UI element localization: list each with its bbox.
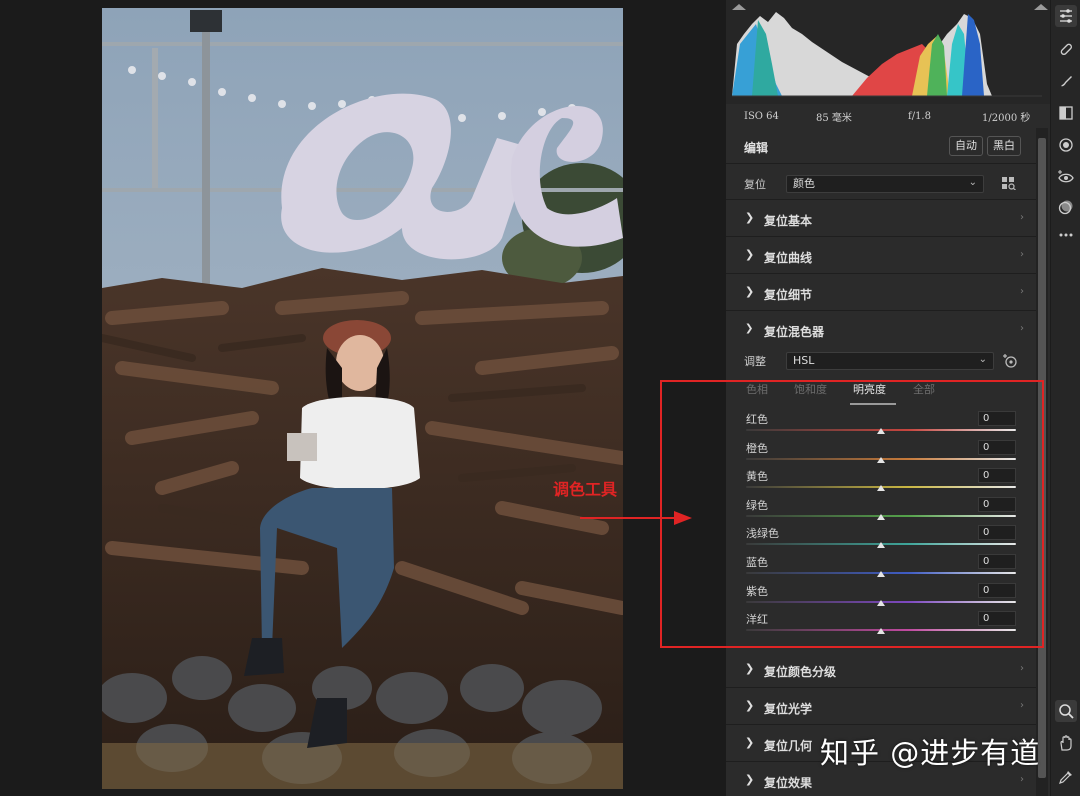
chevron-right-icon: ❯ [745, 211, 755, 224]
chevron-right-icon: ❯ [745, 248, 755, 261]
chevron-down-icon: ⌄ [978, 354, 987, 365]
aperture: f/1.8 [908, 110, 931, 122]
shutter-speed: 1/2000 秒 [982, 112, 1031, 124]
watermark: 知乎 @进步有道 [820, 736, 1041, 770]
edit-title: 编辑 [744, 141, 769, 155]
eye-icon [1058, 170, 1074, 183]
adjust-select[interactable]: HSL ⌄ [786, 352, 994, 370]
exif-info: ISO 64 85 毫米 f/1.8 1/2000 秒 [726, 104, 1050, 128]
profile-label: 复位 [744, 178, 766, 191]
zoom-tool[interactable] [1055, 700, 1077, 722]
photo-preview[interactable] [102, 8, 623, 789]
sliders-icon [1060, 9, 1072, 23]
tool-strip [1050, 0, 1080, 796]
zoom-icon [1059, 704, 1074, 719]
annotation-label: 调色工具 [553, 480, 618, 499]
black-white-button[interactable]: 黑白 [987, 136, 1021, 156]
chevron-right-icon: ❯ [745, 773, 755, 786]
hand-icon [1060, 735, 1072, 751]
color-sampler-tool[interactable] [1057, 768, 1075, 786]
profile-row: 复位 颜色 ⌄ [726, 164, 1036, 200]
targeted-adjustment-icon[interactable] [1002, 353, 1018, 369]
iso-value: ISO 64 [744, 110, 779, 122]
chevron-down-icon: ⌄ [968, 177, 977, 188]
chevron-right-icon: ❯ [745, 736, 755, 749]
auto-button[interactable]: 自动 [949, 136, 983, 156]
red-eye-tool[interactable] [1057, 168, 1075, 186]
focal-length: 85 毫米 [816, 112, 852, 124]
annotation-arrow-icon [580, 511, 692, 525]
brush-icon [1061, 76, 1072, 87]
more-icon [1059, 233, 1073, 237]
radial-icon [1059, 138, 1073, 152]
profile-browser-icon[interactable] [1002, 177, 1016, 190]
annotation-highlight-box [660, 380, 1044, 648]
adjust-select-value: HSL [793, 354, 815, 367]
presets-tool[interactable] [1057, 198, 1075, 216]
profile-select[interactable]: 颜色 ⌄ [786, 175, 984, 193]
edit-tool[interactable] [1055, 5, 1077, 27]
section-detail[interactable]: ❯ 复位细节 › [726, 274, 1036, 311]
section-optics[interactable]: ❯ 复位光学 › [726, 688, 1036, 725]
eyedropper-icon [1059, 771, 1072, 784]
section-basic[interactable]: ❯ 复位基本 › [726, 200, 1036, 237]
hand-tool[interactable] [1057, 734, 1075, 752]
radial-gradient-tool[interactable] [1057, 136, 1075, 154]
presets-icon [1058, 200, 1073, 215]
bandage-icon [1060, 43, 1073, 56]
profile-select-value: 颜色 [793, 177, 815, 190]
linear-gradient-tool[interactable] [1057, 104, 1075, 122]
section-curve[interactable]: ❯ 复位曲线 › [726, 237, 1036, 274]
more-tools[interactable] [1057, 226, 1075, 244]
healing-tool[interactable] [1057, 40, 1075, 58]
chevron-right-icon: ❯ [745, 699, 755, 712]
histogram [726, 0, 1050, 104]
section-mixer[interactable]: ❯ 复位混色器 › [726, 311, 1036, 348]
chevron-right-icon: ❯ [745, 662, 755, 675]
section-color-grading[interactable]: ❯ 复位颜色分级 › [726, 651, 1036, 688]
chevron-right-icon: ❯ [745, 285, 755, 298]
brush-tool[interactable] [1057, 72, 1075, 90]
edit-header: 编辑 自动 黑白 [726, 128, 1036, 164]
image-canvas[interactable] [0, 0, 726, 796]
chevron-down-icon: ❯ [745, 323, 754, 334]
histogram-graph [732, 12, 1042, 97]
gradient-icon [1059, 106, 1073, 120]
adjust-label: 调整 [744, 355, 766, 368]
